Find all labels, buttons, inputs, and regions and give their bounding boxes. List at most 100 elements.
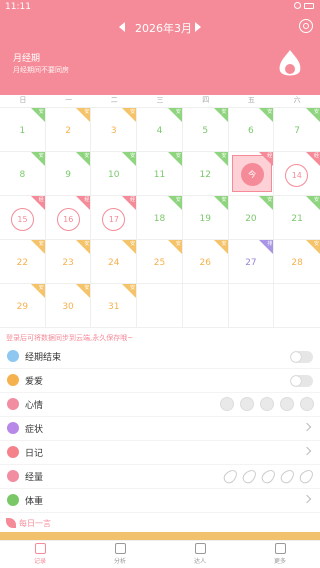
nav-icon [194, 543, 206, 554]
day-status-tag: 安 [167, 240, 182, 254]
weekday-label: 三 [156, 96, 164, 104]
calendar-day[interactable]: 2安 [45, 108, 92, 152]
calendar-day[interactable]: 14 经 [274, 152, 320, 196]
calendar-day[interactable]: 27 排 [228, 240, 275, 284]
day-status-label: 安 [84, 285, 90, 291]
day-number: 5 [202, 126, 209, 136]
month-label[interactable]: 2026年3月 [135, 20, 192, 36]
mood-face-icon[interactable] [260, 397, 274, 411]
calendar-day[interactable]: 31 安 [91, 284, 138, 328]
day-number: 1 [19, 126, 26, 136]
calendar-day[interactable]: 17 经 [91, 196, 138, 240]
chevron-right-icon [302, 494, 312, 504]
next-month-icon[interactable] [195, 22, 201, 32]
day-number: 2 [65, 126, 71, 136]
record-row[interactable]: 症状 [0, 417, 320, 441]
record-row[interactable]: 体重 [0, 489, 320, 513]
day-status-tag: 安 [259, 196, 274, 210]
calendar-day[interactable]: 23 安 [45, 240, 92, 284]
day-status-tag: 经 [76, 196, 91, 210]
calendar-day[interactable]: 22 安 [0, 240, 46, 284]
drop-icon[interactable] [240, 467, 259, 486]
calendar-day[interactable]: 8安 [0, 152, 46, 196]
mood-face-icon[interactable] [280, 397, 294, 411]
nav-item[interactable]: 更多 [240, 541, 320, 568]
calendar-day [274, 284, 320, 328]
mood-face-icon[interactable] [220, 397, 234, 411]
record-row[interactable]: 经量 [0, 465, 320, 489]
weekday-label: 五 [247, 96, 255, 104]
calendar-day[interactable]: 29 安 [0, 284, 46, 328]
calendar-day[interactable]: 1安 [0, 108, 46, 152]
previous-month-icon[interactable] [119, 22, 125, 32]
calendar-day[interactable]: 18 安 [137, 196, 183, 240]
toggle-switch[interactable] [290, 375, 313, 387]
calendar-day[interactable]: 24 安 [91, 240, 138, 284]
drop-icon[interactable] [259, 467, 278, 486]
drop-icon[interactable] [297, 467, 316, 486]
weekday-row: 日 一 二 三 四 五 六 [0, 95, 320, 107]
nav-item[interactable]: 分析 [80, 541, 160, 568]
drop-icon[interactable] [221, 467, 240, 486]
calendar-day[interactable]: 9安 [45, 152, 92, 196]
mood-face-icon[interactable] [240, 397, 254, 411]
day-number: 31 [108, 302, 120, 312]
day-status-label: 经 [267, 153, 273, 159]
record-icon [7, 374, 19, 386]
day-status-tag: 安 [76, 152, 91, 166]
calendar-day[interactable]: 19 安 [182, 196, 229, 240]
day-status-label: 安 [38, 153, 44, 159]
day-number: 8 [19, 170, 26, 180]
day-status-label: 经 [313, 153, 319, 159]
weekday-label: 六 [293, 96, 301, 104]
calendar-day[interactable]: 10 安 [91, 152, 138, 196]
calendar-day[interactable]: 20 安 [228, 196, 275, 240]
calendar-day[interactable]: 28 安 [274, 240, 320, 284]
day-status-tag: 安 [76, 240, 91, 254]
day-status-label: 安 [221, 197, 227, 203]
calendar-day[interactable]: 3安 [91, 108, 138, 152]
day-status-label: 安 [130, 241, 136, 247]
day-number: 22 [16, 258, 29, 268]
day-number: 24 [108, 258, 120, 268]
day-number: 27 [245, 258, 257, 268]
settings-icon[interactable] [299, 19, 313, 33]
wifi-icon [294, 2, 301, 9]
daily-quote-image[interactable] [0, 532, 320, 540]
record-row[interactable]: 经期结束 [0, 345, 320, 369]
calendar-day[interactable]: 5安 [182, 108, 229, 152]
day-number: 11 [153, 170, 166, 180]
day-status-label: 安 [221, 109, 227, 115]
calendar-day[interactable]: 15 经 [0, 196, 46, 240]
calendar-day[interactable]: 12 安 [182, 152, 229, 196]
record-row[interactable]: 爱爱 [0, 369, 320, 393]
calendar-day[interactable]: 25 安 [137, 240, 183, 284]
nav-item[interactable]: 达人 [160, 541, 240, 568]
calendar-day[interactable]: 11 安 [137, 152, 183, 196]
toggle-switch[interactable] [290, 351, 313, 363]
leaf-icon [6, 518, 16, 528]
nav-label: 更多 [273, 558, 286, 565]
drop-icon[interactable] [278, 467, 297, 486]
record-row[interactable]: 心情 [0, 393, 320, 417]
calendar-day[interactable]: 4安 [137, 108, 183, 152]
mood-face-icon[interactable] [300, 397, 314, 411]
record-row[interactable]: 日记 [0, 441, 320, 465]
calendar-day[interactable]: 30 安 [45, 284, 92, 328]
calendar-day[interactable]: 今经 [228, 152, 275, 196]
calendar-day[interactable]: 7安 [274, 108, 320, 152]
calendar-day[interactable]: 16 经 [45, 196, 92, 240]
day-status-label: 安 [130, 153, 136, 159]
day-status-tag: 安 [30, 108, 45, 122]
calendar-day[interactable]: 26 安 [182, 240, 229, 284]
flow-options [221, 467, 316, 486]
day-status-label: 安 [221, 241, 227, 247]
nav-icon [114, 543, 126, 554]
period-subtitle: 月经期间不要同房 [13, 66, 69, 74]
calendar-day[interactable]: 6安 [228, 108, 275, 152]
day-status-label: 经 [38, 197, 44, 203]
day-number: 28 [291, 258, 303, 268]
sync-tip[interactable]: 登录后可将数据同步到云端,永久保存哦~ [6, 333, 133, 343]
nav-item[interactable]: 记录 [0, 541, 80, 568]
calendar-day[interactable]: 21 安 [274, 196, 320, 240]
